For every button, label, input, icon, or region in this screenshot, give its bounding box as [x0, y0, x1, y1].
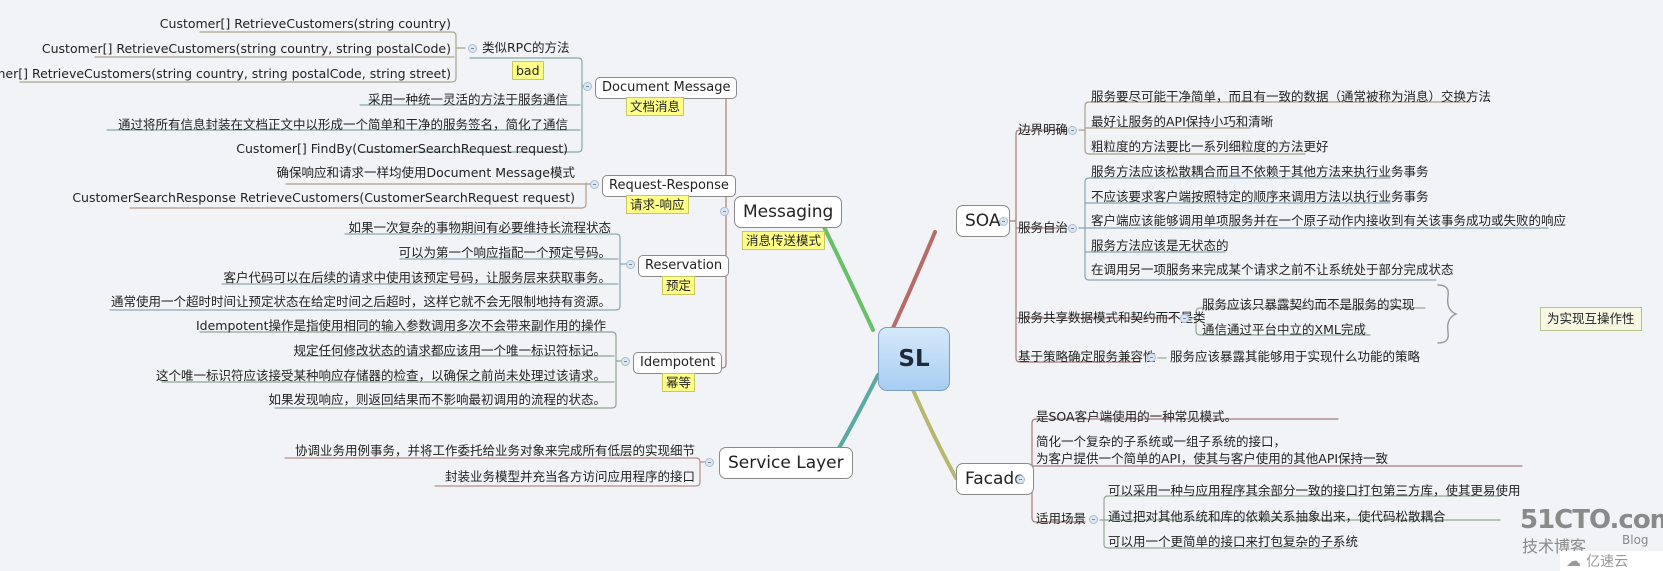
topic-autonomy[interactable]: 服务自治 [1018, 220, 1068, 236]
watermark-51cto: 51CTO.com [1520, 505, 1663, 535]
collapse-toggle-policy[interactable] [1147, 353, 1156, 362]
topic-reservation-label: Reservation [645, 258, 723, 273]
leaf-reservation-1[interactable]: 如果一次复杂的事物期间有必要维持长流程状态 [348, 220, 611, 236]
note-request-response: 请求-响应 [626, 195, 689, 214]
leaf-schema-2[interactable]: 通信通过平台中立的XML完成 [1202, 322, 1366, 338]
topic-scenarios[interactable]: 适用场景 [1036, 511, 1086, 527]
bracket-messaging [712, 83, 727, 369]
topic-boundary[interactable]: 边界明确 [1018, 122, 1068, 138]
leaf-scenarios-2[interactable]: 通过把对其他系统和库的依赖关系抽象出来，使代码松散耦合 [1108, 509, 1446, 525]
leaf-facade-1[interactable]: 是SOA客户端使用的一种常见模式。 [1036, 409, 1237, 425]
collapse-toggle-messaging[interactable] [720, 207, 729, 216]
leaf-idempotent-2[interactable]: 规定任何修改状态的请求都应该用一个唯一标识符标记。 [293, 343, 606, 359]
topic-policy[interactable]: 基于策略确定服务兼容性 [1018, 349, 1156, 365]
leaf-autonomy-3[interactable]: 客户端应该能够调用单项服务并在一个原子动作内接收到有关该事务成功或失败的响应 [1091, 213, 1566, 229]
leaf-policy-1[interactable]: 服务应该暴露其能够用于实现什么功能的策略 [1170, 349, 1420, 365]
watermark-yisu-box: ☁ 亿速云 [1560, 551, 1663, 571]
leaf-idempotent-1[interactable]: Idempotent操作是指使用相同的输入参数调用多次不会带来副作用的操作 [196, 318, 606, 334]
topic-service-layer[interactable]: Service Layer [719, 447, 853, 479]
leaf-autonomy-2[interactable]: 不应该要求客户端按照特定的顺序来调用方法以执行业务事务 [1091, 189, 1429, 205]
topic-rpc-like[interactable]: 类似RPC的方法 [482, 40, 569, 56]
leaf-reservation-2[interactable]: 可以为第一个响应指配一个预定号码。 [398, 245, 611, 261]
topic-messaging[interactable]: Messaging [734, 196, 843, 228]
watermark-yisu: 亿速云 [1586, 554, 1629, 570]
collapse-toggle-service-layer[interactable] [705, 458, 714, 467]
brace-interoperability [1437, 284, 1458, 344]
cloud-icon: ☁ [1566, 552, 1581, 570]
central-topic-label: SL [898, 346, 930, 372]
topic-document-message-label: Document Message [602, 80, 731, 95]
leaf-autonomy-1[interactable]: 服务方法应该松散耦合而且不依赖于其他方法来执行业务事务 [1091, 164, 1429, 180]
leaf-idempotent-4[interactable]: 如果发现响应，则返回结果而不影响最初调用的流程的状态。 [268, 392, 606, 408]
leaf-autonomy-4[interactable]: 服务方法应该是无状态的 [1091, 238, 1229, 254]
collapse-toggle-facade[interactable] [1016, 475, 1025, 484]
note-document-message: 文档消息 [626, 97, 685, 116]
leaf-reservation-3[interactable]: 客户代码可以在后续的请求中使用该预定号码，让服务层来获取事务。 [223, 270, 611, 286]
topic-reservation[interactable]: Reservation [638, 255, 730, 277]
topic-request-response[interactable]: Request-Response [602, 175, 736, 197]
collapse-toggle-request-response[interactable] [590, 180, 599, 189]
leaf-reqresp-1[interactable]: 确保响应和请求一样均使用Document Message模式 [276, 165, 575, 181]
note-reservation: 预定 [662, 276, 696, 295]
collapse-toggle-soa[interactable] [999, 217, 1008, 226]
leaf-service-layer-1[interactable]: 协调业务用例事务，并将工作委托给业务对象来完成所有低层的实现细节 [295, 443, 695, 459]
collapse-toggle-scenarios[interactable] [1089, 515, 1098, 524]
note-rpc-bad: bad [512, 61, 544, 80]
collapse-toggle-schema-contract[interactable] [1180, 314, 1189, 323]
topic-idempotent-label: Idempotent [640, 355, 716, 370]
mindmap-canvas: SL Messaging 消息传送模式 Document Message 文档消… [0, 0, 1663, 571]
leaf-rpc-2[interactable]: Customer[] RetrieveCustomers(string coun… [42, 41, 451, 57]
central-topic[interactable]: SL [878, 327, 950, 391]
note-idempotent: 幂等 [662, 373, 696, 392]
leaf-scenarios-1[interactable]: 可以采用一种与应用程序其余部分一致的接口打包第三方库，使其更易使用 [1108, 483, 1521, 499]
leaf-facade-2b[interactable]: 为客户提供一个简单的API，使其与客户使用的其他API保持一致 [1036, 451, 1388, 467]
collapse-toggle-reservation[interactable] [626, 260, 635, 269]
leaf-docmsg-1[interactable]: 采用一种统一灵活的方法于服务通信 [368, 92, 568, 108]
leaf-boundary-2[interactable]: 最好让服务的API保持小巧和清晰 [1091, 114, 1273, 130]
topic-idempotent[interactable]: Idempotent [633, 352, 723, 374]
leaf-reqresp-2[interactable]: CustomerSearchResponse RetrieveCustomers… [72, 190, 575, 206]
leaf-rpc-3[interactable]: Customer[] RetrieveCustomers(string coun… [0, 66, 451, 82]
leaf-idempotent-3[interactable]: 这个唯一标识符应该接受某种响应存储器的检查，以确保之前尚未处理过该请求。 [156, 368, 606, 384]
leaf-docmsg-2[interactable]: 通过将所有信息封装在文档正文中以形成一个简单和干净的服务签名，简化了通信 [118, 117, 568, 133]
leaf-docmsg-3[interactable]: Customer[] FindBy(CustomerSearchRequest … [236, 141, 568, 157]
topic-request-response-label: Request-Response [609, 178, 729, 193]
topic-document-message[interactable]: Document Message [595, 77, 738, 99]
branch-line-messaging [821, 223, 875, 332]
watermark-blog: Blog [1622, 533, 1649, 547]
collapse-toggle-rpc-like[interactable] [468, 44, 477, 53]
note-messaging: 消息传送模式 [742, 231, 826, 250]
branch-line-facade [911, 388, 958, 480]
topic-schema-contract[interactable]: 服务共享数据模式和契约而不是类 [1018, 310, 1206, 326]
leaf-service-layer-2[interactable]: 封装业务模型并充当各方访问应用程序的接口 [445, 469, 695, 485]
leaf-boundary-1[interactable]: 服务要尽可能干净简单，而且有一致的数据（通常被称为消息）交换方法 [1091, 89, 1491, 105]
topic-messaging-label: Messaging [743, 202, 834, 222]
collapse-toggle-idempotent[interactable] [621, 357, 630, 366]
topic-soa-label: SOA [965, 211, 1001, 231]
collapse-toggle-boundary[interactable] [1068, 126, 1077, 135]
callout-interoperability: 为实现互操作性 [1540, 307, 1642, 331]
leaf-schema-1[interactable]: 服务应该只暴露契约而不是服务的实现 [1202, 297, 1415, 313]
collapse-toggle-autonomy[interactable] [1068, 224, 1077, 233]
collapse-toggle-document-message[interactable] [583, 82, 592, 91]
leaf-scenarios-3[interactable]: 可以用一个更简单的接口来打包复杂的子系统 [1108, 534, 1358, 550]
leaf-autonomy-5[interactable]: 在调用另一项服务来完成某个请求之前不让系统处于部分完成状态 [1091, 262, 1454, 278]
leaf-reservation-4[interactable]: 通常使用一个超时时间让预定状态在给定时间之后超时，这样它就不会无限制地持有资源。 [111, 294, 611, 310]
branch-line-soa [891, 230, 937, 330]
leaf-boundary-3[interactable]: 粗粒度的方法要比一系列细粒度的方法更好 [1091, 139, 1329, 155]
leaf-facade-2a[interactable]: 简化一个复杂的子系统或一组子系统的接口， [1036, 434, 1286, 450]
leaf-rpc-1[interactable]: Customer[] RetrieveCustomers(string coun… [160, 16, 451, 32]
topic-service-layer-label: Service Layer [728, 453, 844, 473]
